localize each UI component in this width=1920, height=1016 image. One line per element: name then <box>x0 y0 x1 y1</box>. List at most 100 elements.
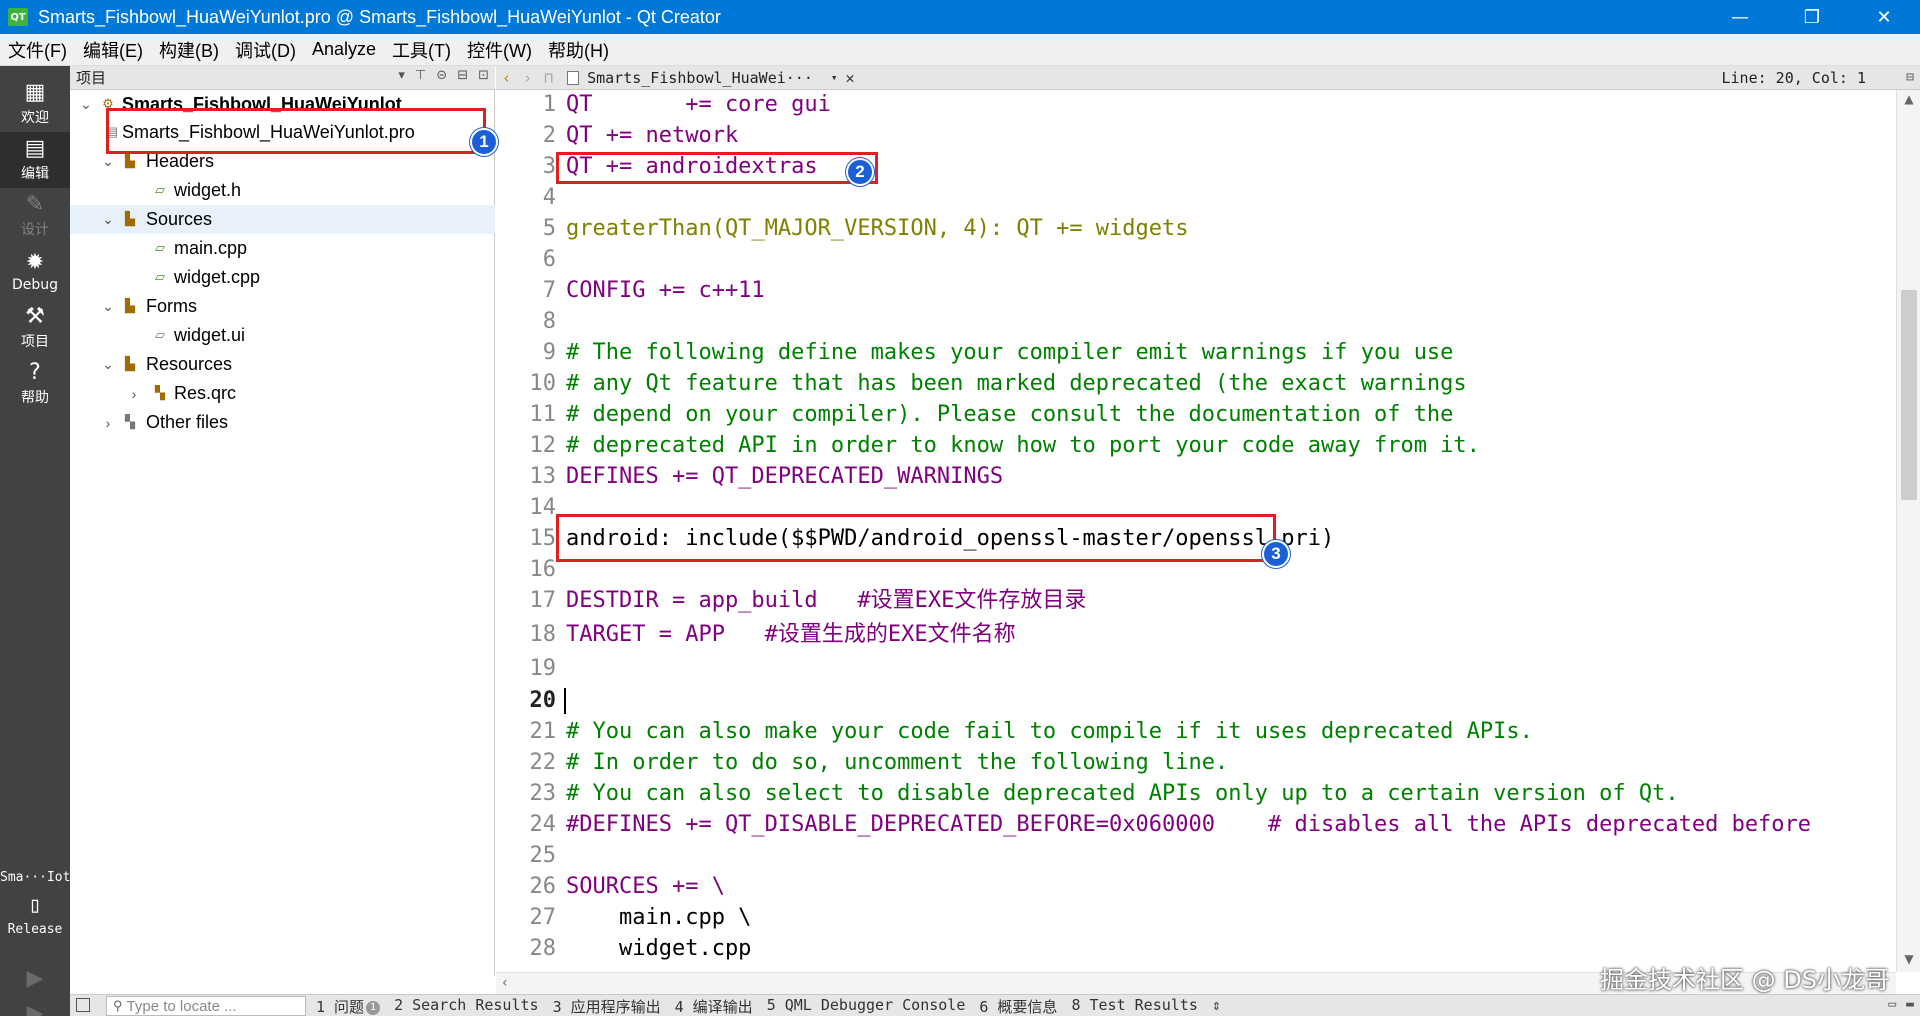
mode-projects[interactable]: ⚒ 项目 <box>0 300 70 356</box>
pane-compile-output[interactable]: 4 编译输出 <box>675 996 753 1016</box>
project-panel-header: 项目 ▾ ⊤ ⊝ ⊟ ⊡ <box>70 66 495 90</box>
filter-icon[interactable]: ⊤ <box>415 68 426 83</box>
progress-details-icon[interactable]: ▭ <box>1888 997 1896 1012</box>
tree-item-resources[interactable]: ⌄ ▙ Resources <box>70 350 495 379</box>
forward-arrow-icon[interactable]: › <box>523 69 532 87</box>
line-number: 6 <box>542 247 556 272</box>
menu-edit[interactable]: 编辑(E) <box>75 37 151 63</box>
chevron-down-icon[interactable]: ⌄ <box>78 96 94 113</box>
code-editor[interactable]: 1 2 3 4 5 6 7 8 9 10 11 12 13 14 15 16 1… <box>496 90 1896 972</box>
more-panes-icon[interactable]: ⇕ <box>1212 996 1221 1016</box>
split-icon[interactable]: ⊟ <box>1906 70 1914 85</box>
line-number: 1 <box>542 92 556 117</box>
tree-item-widget-cpp[interactable]: ▱ widget.cpp <box>70 263 495 292</box>
wrench-icon: ⚒ <box>25 304 45 329</box>
menu-help[interactable]: 帮助(H) <box>540 37 617 63</box>
mode-welcome[interactable]: ▦ 欢迎 <box>0 76 70 132</box>
folder-icon: ▙ <box>125 297 135 313</box>
project-panel-title[interactable]: 项目 <box>76 67 106 88</box>
toggle-output-pane-icon[interactable]: ▬ <box>1906 997 1914 1012</box>
line-number: 16 <box>529 557 557 582</box>
close-document-icon[interactable]: ✕ <box>846 69 855 87</box>
toggle-sidebar-icon[interactable] <box>76 998 90 1012</box>
code-line: SOURCES += \ <box>566 874 725 899</box>
menu-controls[interactable]: 控件(W) <box>459 37 540 63</box>
chevron-right-icon[interactable]: › <box>100 415 116 431</box>
tree-item-widget-ui[interactable]: ▱ widget.ui <box>70 321 495 350</box>
chevron-down-icon[interactable]: ⌄ <box>100 298 116 315</box>
chevron-down-icon[interactable]: ⌄ <box>100 211 116 228</box>
scroll-down-icon[interactable]: ▼ <box>1897 952 1920 966</box>
folder-icon: ▚ <box>125 413 135 429</box>
run-icon[interactable]: ▶ <box>22 966 48 992</box>
lock-icon: ⊓ <box>544 68 554 87</box>
close-pane-icon[interactable]: ⊡ <box>478 68 489 83</box>
ui-file-icon: ▱ <box>155 326 165 342</box>
maximize-button[interactable]: ❐ <box>1776 0 1848 34</box>
split-icon[interactable]: ⊟ <box>457 68 468 83</box>
design-pencil-icon: ✎ <box>25 192 45 217</box>
close-button[interactable]: ✕ <box>1848 0 1920 34</box>
cursor-position[interactable]: Line: 20, Col: 1 <box>1722 69 1867 87</box>
vertical-scrollbar[interactable]: ▲ ▼ <box>1896 90 1920 972</box>
pane-search-results[interactable]: 2 Search Results <box>394 996 539 1016</box>
chevron-right-icon[interactable]: › <box>126 386 142 402</box>
mode-selector: ▦ 欢迎 ▤ 编辑 ✎ 设计 ✹ Debug ⚒ 项目 ? 帮助 Sma···I… <box>0 66 70 1016</box>
issues-count-badge: 1 <box>366 1000 381 1015</box>
tree-item-widget-h[interactable]: ▱ widget.h <box>70 176 495 205</box>
chevron-down-icon[interactable]: ⌄ <box>100 153 116 170</box>
annotation-box-3 <box>556 514 1276 562</box>
code-line: QT += network <box>566 123 739 148</box>
pane-issues[interactable]: 1 问题 1 <box>316 996 381 1016</box>
mode-help[interactable]: ? 帮助 <box>0 356 70 412</box>
pane-test-results[interactable]: 8 Test Results <box>1071 996 1197 1016</box>
tree-sources-label: Sources <box>146 209 213 229</box>
code-comment-line: # depend on your compiler). Please consu… <box>566 402 1454 427</box>
project-tree: ⌄ ⚙ Smarts_Fishbowl_HuaWeiYunlot ▤ Smart… <box>70 90 495 976</box>
folder-icon: ▙ <box>125 355 135 371</box>
minimize-button[interactable]: — <box>1704 0 1776 34</box>
line-number: 7 <box>542 278 556 303</box>
tree-item-main-cpp[interactable]: ▱ main.cpp <box>70 234 495 263</box>
dropdown-icon[interactable]: ▾ <box>398 68 405 83</box>
scroll-left-icon[interactable]: ‹ <box>502 975 508 991</box>
mode-design[interactable]: ✎ 设计 <box>0 188 70 244</box>
tree-item-other-files[interactable]: › ▚ Other files <box>70 408 495 437</box>
line-number: 14 <box>529 495 557 520</box>
pane-general-messages[interactable]: 6 概要信息 <box>979 996 1057 1016</box>
tree-item-res-qrc[interactable]: › ▚ Res.qrc <box>70 379 495 408</box>
mode-projects-label: 项目 <box>21 334 49 350</box>
tree-item-sources[interactable]: ⌄ ▙ Sources <box>70 205 495 234</box>
scroll-up-icon[interactable]: ▲ <box>1897 92 1920 106</box>
line-number: 18 <box>529 622 557 647</box>
tree-item-forms[interactable]: ⌄ ▙ Forms <box>70 292 495 321</box>
menu-tools[interactable]: 工具(T) <box>384 37 459 63</box>
menu-bar: 文件(F) 编辑(E) 构建(B) 调试(D) Analyze 工具(T) 控件… <box>0 34 1920 66</box>
debug-run-icon[interactable]: ▶ <box>22 1001 48 1016</box>
mode-edit[interactable]: ▤ 编辑 <box>0 132 70 188</box>
edit-icon: ▤ <box>24 136 46 161</box>
kit-config: Release <box>7 922 63 937</box>
code-comment-line: # You can also select to disable depreca… <box>566 781 1679 806</box>
menu-build[interactable]: 构建(B) <box>151 37 227 63</box>
mode-edit-label: 编辑 <box>21 166 49 182</box>
locator-input[interactable]: ⚲ Type to locate ... <box>106 996 306 1016</box>
chevron-down-icon[interactable]: ⌄ <box>100 356 116 373</box>
document-icon <box>567 70 580 85</box>
menu-file[interactable]: 文件(F) <box>0 37 75 63</box>
code-line: #DEFINES += QT_DISABLE_DEPRECATED_BEFORE… <box>566 812 1812 837</box>
kit-selector[interactable]: Sma···Iot ▯ Release <box>0 870 70 937</box>
line-number: 17 <box>529 588 557 613</box>
dropdown-icon[interactable]: ▾ <box>831 71 838 84</box>
scrollbar-thumb[interactable] <box>1901 290 1917 500</box>
pane-qml-debugger-console[interactable]: 5 QML Debugger Console <box>767 996 966 1016</box>
menu-debug[interactable]: 调试(D) <box>227 37 304 63</box>
back-arrow-icon[interactable]: ‹ <box>502 69 511 87</box>
menu-analyze[interactable]: Analyze <box>304 39 384 60</box>
open-document-selector[interactable]: Smarts_Fishbowl_HuaWei··· <box>587 69 813 87</box>
pane-application-output[interactable]: 3 应用程序输出 <box>553 996 661 1016</box>
mode-debug[interactable]: ✹ Debug <box>0 244 70 300</box>
link-icon[interactable]: ⊝ <box>436 68 447 83</box>
